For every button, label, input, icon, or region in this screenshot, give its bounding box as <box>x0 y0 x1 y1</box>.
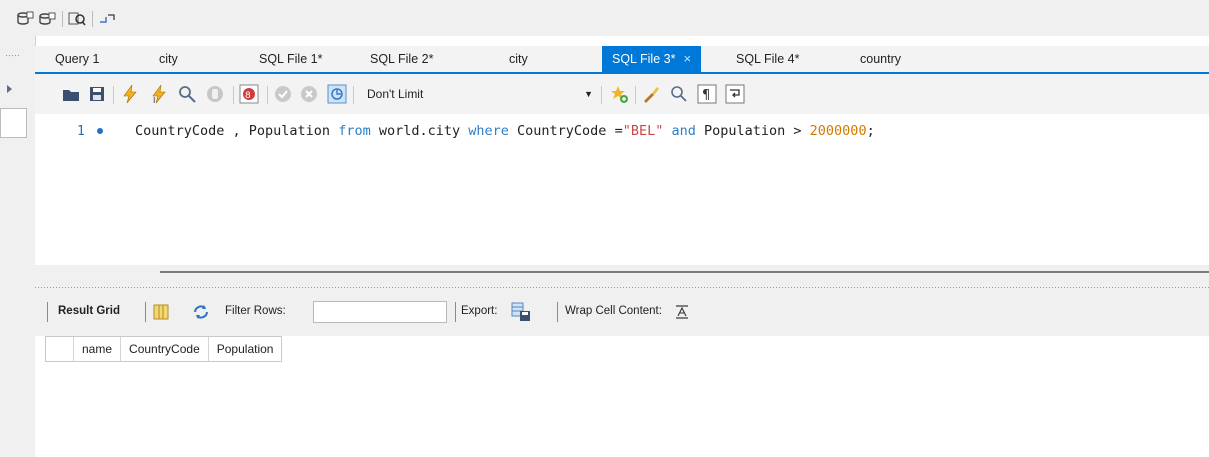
result-toolbar: Result Grid Filter Rows: Export: Wrap Ce… <box>35 290 1209 336</box>
beautify-brush-icon[interactable] <box>641 84 661 104</box>
execute-current-icon[interactable]: I <box>149 84 169 104</box>
tab-city-2[interactable]: city <box>509 46 528 72</box>
column-header-population[interactable]: Population <box>209 337 282 361</box>
toolbar-separator <box>601 86 602 104</box>
stop-on-error-icon[interactable]: 8 <box>239 84 259 104</box>
code-text: CountryCode , Population <box>135 123 339 139</box>
explain-magnifier-icon[interactable] <box>177 84 197 104</box>
editor-tab-bar: Query 1 city SQL File 1* SQL File 2* cit… <box>35 46 1209 72</box>
editor-toolbar: I 8 Don't Limit ▼ ¶ <box>35 74 1209 114</box>
keyword-where: where <box>468 123 509 139</box>
code-text: world.city <box>370 123 469 139</box>
add-snippet-star-icon[interactable] <box>609 84 629 104</box>
filter-rows-label: Filter Rows: <box>225 305 286 317</box>
new-table-icon[interactable] <box>38 10 56 28</box>
open-folder-icon[interactable] <box>61 84 81 104</box>
grip-handle-icon[interactable] <box>5 54 19 58</box>
commit-check-icon[interactable] <box>273 84 293 104</box>
toolbar-separator <box>635 86 636 104</box>
code-text: ; <box>866 123 875 139</box>
number-literal: 2000000 <box>809 123 867 139</box>
tab-sql-file-2[interactable]: SQL File 2* <box>370 46 433 72</box>
sql-code-line[interactable]: CountryCode , Population from world.city… <box>135 123 875 139</box>
top-toolbar <box>0 0 1209 36</box>
toolbar-separator <box>62 11 63 27</box>
arrow-right-icon[interactable] <box>6 84 14 94</box>
column-header-countrycode[interactable]: CountryCode <box>121 337 209 361</box>
limit-rows-value: Don't Limit <box>367 87 424 101</box>
grid-view-icon[interactable] <box>153 304 169 320</box>
toolbar-separator <box>455 302 456 322</box>
autocommit-toggle-icon[interactable] <box>327 84 347 104</box>
table-inspect-icon[interactable] <box>68 10 86 28</box>
horizontal-scrollbar[interactable] <box>160 271 1209 273</box>
close-icon[interactable]: × <box>683 51 691 66</box>
code-text: CountryCode = <box>508 123 623 139</box>
row-selector-header[interactable] <box>46 337 74 361</box>
toolbar-separator <box>92 11 93 27</box>
result-grid: name CountryCode Population <box>35 336 1209 457</box>
tab-city[interactable]: city <box>159 46 178 72</box>
left-sidebar-strip <box>0 36 36 457</box>
refresh-arrows-icon[interactable] <box>192 303 210 321</box>
svg-text:¶: ¶ <box>702 88 710 103</box>
grid-header-row: name CountryCode Population <box>45 336 283 362</box>
reconnect-icon[interactable] <box>98 10 116 28</box>
toolbar-separator <box>353 86 354 104</box>
tab-label: SQL File 3* <box>612 52 676 66</box>
string-literal: "BEL" <box>622 123 664 139</box>
export-icon[interactable] <box>511 302 531 322</box>
result-grid-tab[interactable]: Result Grid <box>58 305 120 317</box>
line-number: 1 <box>77 124 85 139</box>
toolbar-separator <box>557 302 558 322</box>
sql-editor[interactable]: 1 CountryCode , Population from world.ci… <box>35 114 1209 266</box>
save-icon[interactable] <box>87 84 107 104</box>
toolbar-separator <box>47 302 48 322</box>
rollback-x-icon[interactable] <box>299 84 319 104</box>
toolbar-separator <box>233 86 234 104</box>
tab-sql-file-1[interactable]: SQL File 1* <box>259 46 322 72</box>
code-text: Population > <box>695 123 810 139</box>
export-label: Export: <box>461 305 498 317</box>
tab-sql-file-3[interactable]: SQL File 3* × <box>602 46 702 72</box>
wrap-cell-content-label: Wrap Cell Content: <box>565 305 662 317</box>
wrap-text-icon[interactable] <box>675 304 689 320</box>
filter-rows-input[interactable] <box>313 301 447 323</box>
column-header-name[interactable]: name <box>74 337 122 361</box>
toolbar-separator <box>113 86 114 104</box>
new-schema-icon[interactable] <box>16 10 34 28</box>
chevron-down-icon[interactable]: ▼ <box>584 85 593 103</box>
word-wrap-icon[interactable] <box>725 84 745 104</box>
toolbar-separator <box>145 302 146 322</box>
statement-marker-icon <box>97 128 103 134</box>
svg-text:8: 8 <box>245 91 251 101</box>
keyword-and: and <box>671 123 696 139</box>
tab-sql-file-4[interactable]: SQL File 4* <box>736 46 799 72</box>
tab-query-1[interactable]: Query 1 <box>55 46 99 72</box>
svg-text:I: I <box>153 96 155 104</box>
execute-lightning-icon[interactable] <box>120 84 140 104</box>
toolbar-separator <box>267 86 268 104</box>
limit-rows-select[interactable]: Don't Limit ▼ <box>361 85 593 103</box>
find-magnifier-icon[interactable] <box>669 84 689 104</box>
editor-scroll-track <box>35 265 1209 285</box>
stop-hand-icon[interactable] <box>205 84 225 104</box>
sidebar-input-box[interactable] <box>0 108 27 138</box>
keyword-from: from <box>338 123 371 139</box>
invisible-chars-icon[interactable]: ¶ <box>697 84 717 104</box>
tab-country[interactable]: country <box>860 46 901 72</box>
